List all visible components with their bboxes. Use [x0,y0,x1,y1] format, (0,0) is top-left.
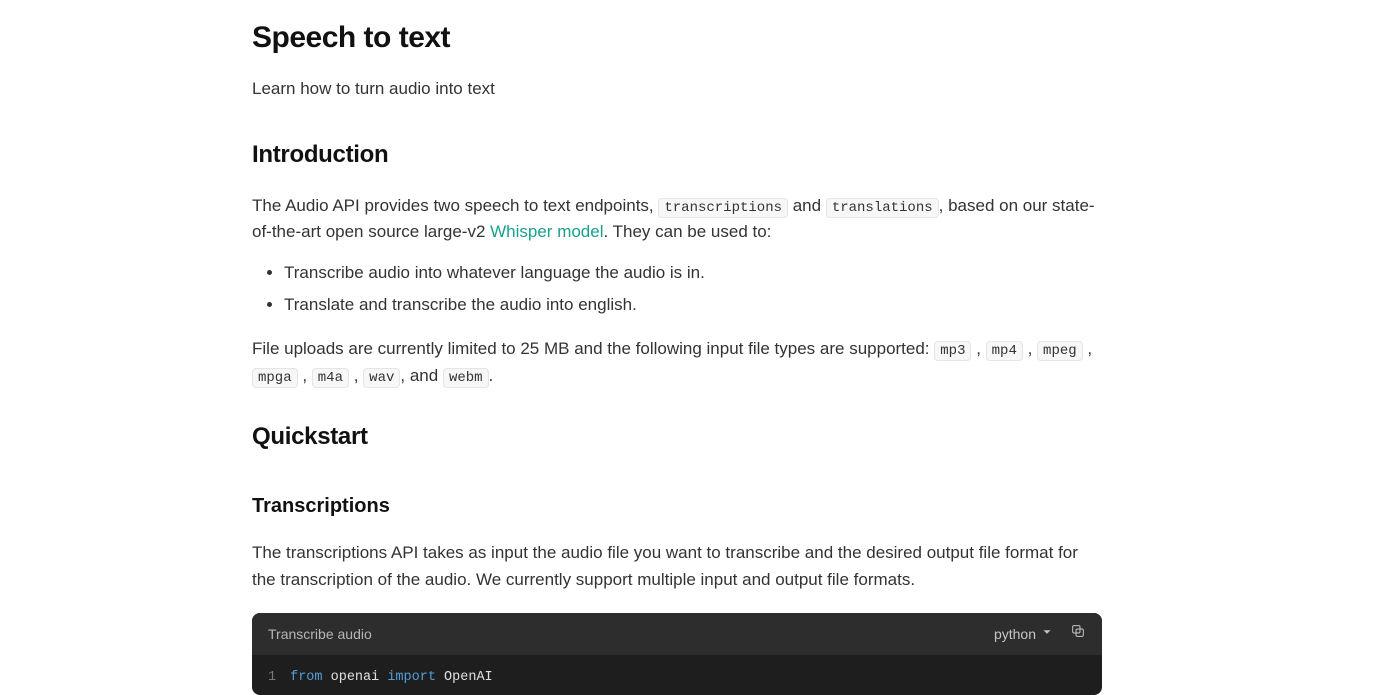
code-block-body: 1 from openai import OpenAI [252,655,1102,695]
text-fragment: File uploads are currently limited to 25… [252,339,934,358]
heading-transcriptions: Transcriptions [252,490,1102,522]
copy-button[interactable] [1070,623,1086,645]
code-content: from openai import OpenAI [290,667,493,689]
code-block-title: Transcribe audio [268,623,372,645]
code-translations: translations [826,198,939,218]
language-select[interactable]: python [994,623,1054,645]
text-fragment: The Audio API provides two speech to tex… [252,196,658,215]
transcriptions-paragraph: The transcriptions API takes as input th… [252,540,1102,593]
code-block: Transcribe audio python 1 from openai im… [252,613,1102,695]
code-format: mpeg [1037,341,1083,361]
intro-paragraph-2: File uploads are currently limited to 25… [252,336,1102,389]
code-block-actions: python [994,623,1086,645]
language-label: python [994,623,1036,645]
text-fragment: and [788,196,826,215]
page-title: Speech to text [252,14,1102,62]
list-item: Transcribe audio into whatever language … [284,260,1102,286]
code-format: m4a [312,368,349,388]
code-line-numbers: 1 [268,667,290,689]
code-token-keyword: from [290,670,322,685]
code-format: mpga [252,368,298,388]
code-token: OpenAI [436,670,493,685]
code-format: wav [363,368,400,388]
code-token-keyword: import [387,670,436,685]
code-block-header: Transcribe audio python [252,613,1102,655]
text-fragment: , and [400,366,443,385]
chevron-down-icon [1040,623,1054,645]
intro-bullet-list: Transcribe audio into whatever language … [252,260,1102,319]
heading-introduction: Introduction [252,136,1102,174]
whisper-model-link[interactable]: Whisper model [490,222,603,241]
code-transcriptions: transcriptions [658,198,788,218]
doc-content: Speech to text Learn how to turn audio i… [252,0,1102,695]
code-format: webm [443,368,489,388]
text-fragment: . [489,366,494,385]
code-format: mp4 [986,341,1023,361]
page-subtitle: Learn how to turn audio into text [252,76,1102,102]
list-item: Translate and transcribe the audio into … [284,292,1102,318]
heading-quickstart: Quickstart [252,418,1102,456]
code-format: mp3 [934,341,971,361]
text-fragment: . They can be used to: [604,222,772,241]
intro-paragraph-1: The Audio API provides two speech to tex… [252,193,1102,246]
copy-icon [1070,623,1086,645]
code-token: openai [323,670,388,685]
